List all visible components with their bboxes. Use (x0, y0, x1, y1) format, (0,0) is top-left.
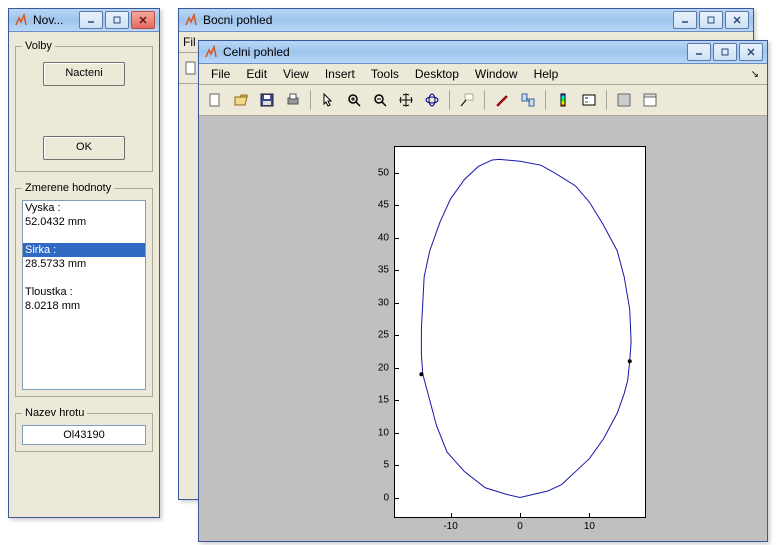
nacteni-button[interactable]: Nacteni (43, 62, 125, 86)
figure-canvas: 0 5 10 15 20 25 30 35 40 45 50 -10 0 10 (199, 116, 767, 541)
matlab-icon (13, 12, 29, 28)
new-icon[interactable] (183, 60, 199, 76)
zoom-out-icon[interactable] (368, 88, 392, 112)
menu-file[interactable]: File (203, 65, 238, 83)
list-item[interactable]: Vyska : (23, 201, 145, 215)
menubar: FileEditViewInsertToolsDesktopWindowHelp… (199, 64, 767, 85)
marker-dot (419, 372, 423, 376)
rotate3d-icon[interactable] (420, 88, 444, 112)
titlebar[interactable]: Celni pohled (199, 41, 767, 64)
datacursor-icon[interactable] (455, 88, 479, 112)
series-path (421, 159, 631, 497)
zmerene-group: Zmerene hodnoty Vyska :52.0432 mm Sirka … (15, 182, 153, 397)
list-item[interactable]: 52.0432 mm (23, 215, 145, 229)
nazev-group: Nazev hrotu (15, 407, 153, 452)
menu-help[interactable]: Help (526, 65, 567, 83)
colorbar-icon[interactable] (551, 88, 575, 112)
menu-view[interactable]: View (275, 65, 317, 83)
toolbar-separator (545, 90, 546, 110)
new-icon[interactable] (203, 88, 227, 112)
y-tick-label: 15 (378, 395, 389, 406)
menu-tools[interactable]: Tools (363, 65, 407, 83)
list-item[interactable]: 8.0218 mm (23, 299, 145, 313)
list-item[interactable]: Tloustka : (23, 285, 145, 299)
toolbar-separator (449, 90, 450, 110)
toolbar-separator (484, 90, 485, 110)
nazev-legend: Nazev hrotu (22, 407, 87, 419)
control-panel-window: Nov... Volby Nacteni OK Zmerene hodnoty … (8, 8, 160, 518)
print-icon[interactable] (281, 88, 305, 112)
link-icon[interactable] (516, 88, 540, 112)
celni-figure-window: Celni pohled FileEditViewInsertToolsDesk… (198, 40, 768, 542)
y-tick-label: 5 (383, 460, 389, 471)
brush-icon[interactable] (490, 88, 514, 112)
y-tick-label: 40 (378, 232, 389, 243)
volby-group: Volby Nacteni OK (15, 40, 153, 172)
menu-window[interactable]: Window (467, 65, 526, 83)
minimize-button[interactable] (673, 11, 697, 29)
show-icon[interactable] (638, 88, 662, 112)
x-tick-label: 0 (517, 521, 523, 532)
pan-icon[interactable] (394, 88, 418, 112)
open-icon[interactable] (229, 88, 253, 112)
toolbar-separator (310, 90, 311, 110)
y-tick-label: 20 (378, 362, 389, 373)
axes: 05101520253035404550-10010 (394, 146, 646, 518)
y-tick-label: 50 (378, 167, 389, 178)
nazev-input[interactable] (22, 425, 146, 445)
minimize-button[interactable] (687, 43, 711, 61)
maximize-button[interactable] (699, 11, 723, 29)
zoom-in-icon[interactable] (342, 88, 366, 112)
volby-legend: Volby (22, 40, 55, 52)
list-item[interactable]: Sirka : (23, 243, 145, 257)
y-tick-label: 25 (378, 330, 389, 341)
save-icon[interactable] (255, 88, 279, 112)
toolbar (199, 85, 767, 116)
menu-edit[interactable]: Edit (238, 65, 275, 83)
minimize-button[interactable] (79, 11, 103, 29)
dock-icon[interactable]: ↘ (747, 67, 763, 82)
list-item[interactable] (23, 271, 145, 285)
close-button[interactable] (725, 11, 749, 29)
ok-button[interactable]: OK (43, 136, 125, 160)
pointer-icon[interactable] (316, 88, 340, 112)
zmerene-legend: Zmerene hodnoty (22, 182, 114, 194)
titlebar[interactable]: Bocni pohled (179, 9, 753, 32)
hide-icon[interactable] (612, 88, 636, 112)
window-title: Bocni pohled (203, 13, 673, 27)
window-title: Nov... (33, 13, 79, 27)
y-tick-label: 0 (383, 492, 389, 503)
maximize-button[interactable] (105, 11, 129, 29)
matlab-icon (183, 12, 199, 28)
y-tick-label: 35 (378, 265, 389, 276)
menu-insert[interactable]: Insert (317, 65, 363, 83)
y-tick-label: 45 (378, 200, 389, 211)
menu-desktop[interactable]: Desktop (407, 65, 467, 83)
close-button[interactable] (131, 11, 155, 29)
legend-icon[interactable] (577, 88, 601, 112)
marker-dot (628, 359, 632, 363)
matlab-icon (203, 44, 219, 60)
x-tick-label: 10 (584, 521, 595, 532)
y-tick-label: 10 (378, 427, 389, 438)
close-button[interactable] (739, 43, 763, 61)
window-title: Celni pohled (223, 45, 687, 59)
toolbar-separator (606, 90, 607, 110)
list-item[interactable]: 28.5733 mm (23, 257, 145, 271)
titlebar[interactable]: Nov... (9, 9, 159, 32)
x-tick-label: -10 (443, 521, 457, 532)
measurements-listbox[interactable]: Vyska :52.0432 mm Sirka :28.5733 mm Tlou… (22, 200, 146, 390)
y-tick-label: 30 (378, 297, 389, 308)
maximize-button[interactable] (713, 43, 737, 61)
list-item[interactable] (23, 229, 145, 243)
